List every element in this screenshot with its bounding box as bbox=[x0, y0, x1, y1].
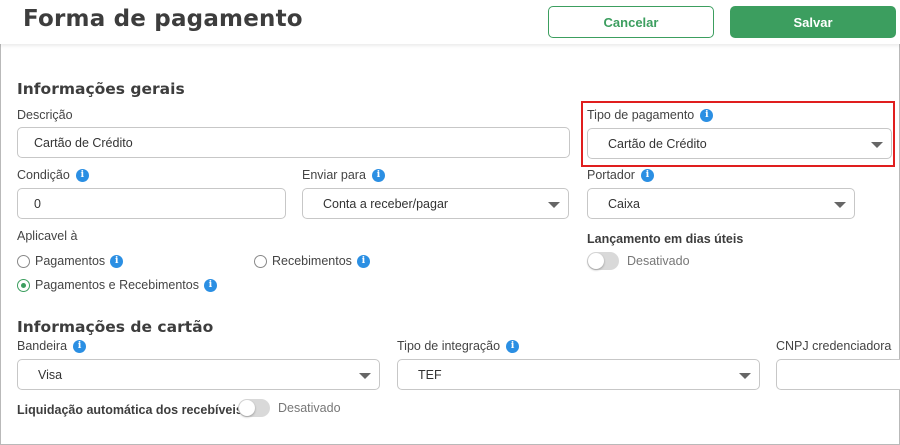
liquidacao-label: Liquidação automática dos recebíveis bbox=[17, 403, 243, 417]
tipo-integracao-label: Tipo de integração i bbox=[397, 339, 520, 353]
radio-pagamentos[interactable]: Pagamentos i bbox=[17, 254, 124, 268]
info-icon[interactable]: i bbox=[75, 168, 89, 182]
info-icon[interactable]: i bbox=[73, 339, 87, 353]
general-section-title: Informações gerais bbox=[17, 80, 185, 98]
dias-uteis-toggle[interactable] bbox=[587, 252, 619, 270]
portador-label: Portador i bbox=[587, 168, 654, 182]
chevron-down-icon bbox=[359, 373, 371, 379]
card-section-title: Informações de cartão bbox=[17, 318, 214, 336]
info-icon[interactable]: i bbox=[640, 168, 654, 182]
tipo-integracao-select[interactable]: TEF bbox=[397, 359, 760, 390]
chevron-down-icon bbox=[548, 202, 560, 208]
dias-uteis-label: Lançamento em dias úteis bbox=[587, 232, 744, 246]
radio-pagamentos-recebimentos[interactable]: Pagamentos e Recebimentos i bbox=[17, 278, 217, 292]
radio-circle-checked[interactable] bbox=[17, 278, 30, 292]
info-icon[interactable]: i bbox=[356, 254, 370, 268]
dias-uteis-state: Desativado bbox=[627, 254, 690, 268]
page-title: Forma de pagamento bbox=[23, 6, 303, 32]
dias-uteis-toggle-group: Desativado bbox=[587, 252, 690, 270]
portador-select[interactable]: Caixa bbox=[587, 188, 855, 219]
cnpj-label: CNPJ credenciadora bbox=[776, 339, 892, 353]
liquidacao-toggle-group: Desativado bbox=[238, 399, 341, 417]
cancel-button[interactable]: Cancelar bbox=[548, 6, 714, 38]
chevron-down-icon bbox=[739, 373, 751, 379]
condicao-label: Condição i bbox=[17, 168, 89, 182]
enviar-para-label: Enviar para i bbox=[302, 168, 385, 182]
page-header: Forma de pagamento Cancelar Salvar bbox=[0, 0, 900, 44]
highlight-box bbox=[581, 101, 895, 167]
aplicavel-label: Aplicavel à bbox=[17, 229, 78, 243]
liquidacao-toggle[interactable] bbox=[238, 399, 270, 417]
condicao-input[interactable]: 0 bbox=[17, 188, 286, 219]
info-icon[interactable]: i bbox=[203, 278, 217, 292]
enviar-para-select[interactable]: Conta a receber/pagar bbox=[302, 188, 569, 219]
radio-recebimentos[interactable]: Recebimentos i bbox=[254, 254, 370, 268]
descricao-label: Descrição bbox=[17, 108, 73, 122]
info-icon[interactable]: i bbox=[110, 254, 124, 268]
liquidacao-state: Desativado bbox=[278, 401, 341, 415]
chevron-down-icon bbox=[834, 202, 846, 208]
save-button[interactable]: Salvar bbox=[730, 6, 896, 38]
info-icon[interactable]: i bbox=[506, 339, 520, 353]
descricao-input[interactable]: Cartão de Crédito bbox=[17, 127, 570, 158]
cnpj-input[interactable] bbox=[776, 359, 900, 390]
info-icon[interactable]: i bbox=[371, 168, 385, 182]
radio-circle[interactable] bbox=[254, 254, 267, 268]
bandeira-label: Bandeira i bbox=[17, 339, 87, 353]
radio-circle[interactable] bbox=[17, 254, 30, 268]
bandeira-select[interactable]: Visa bbox=[17, 359, 380, 390]
